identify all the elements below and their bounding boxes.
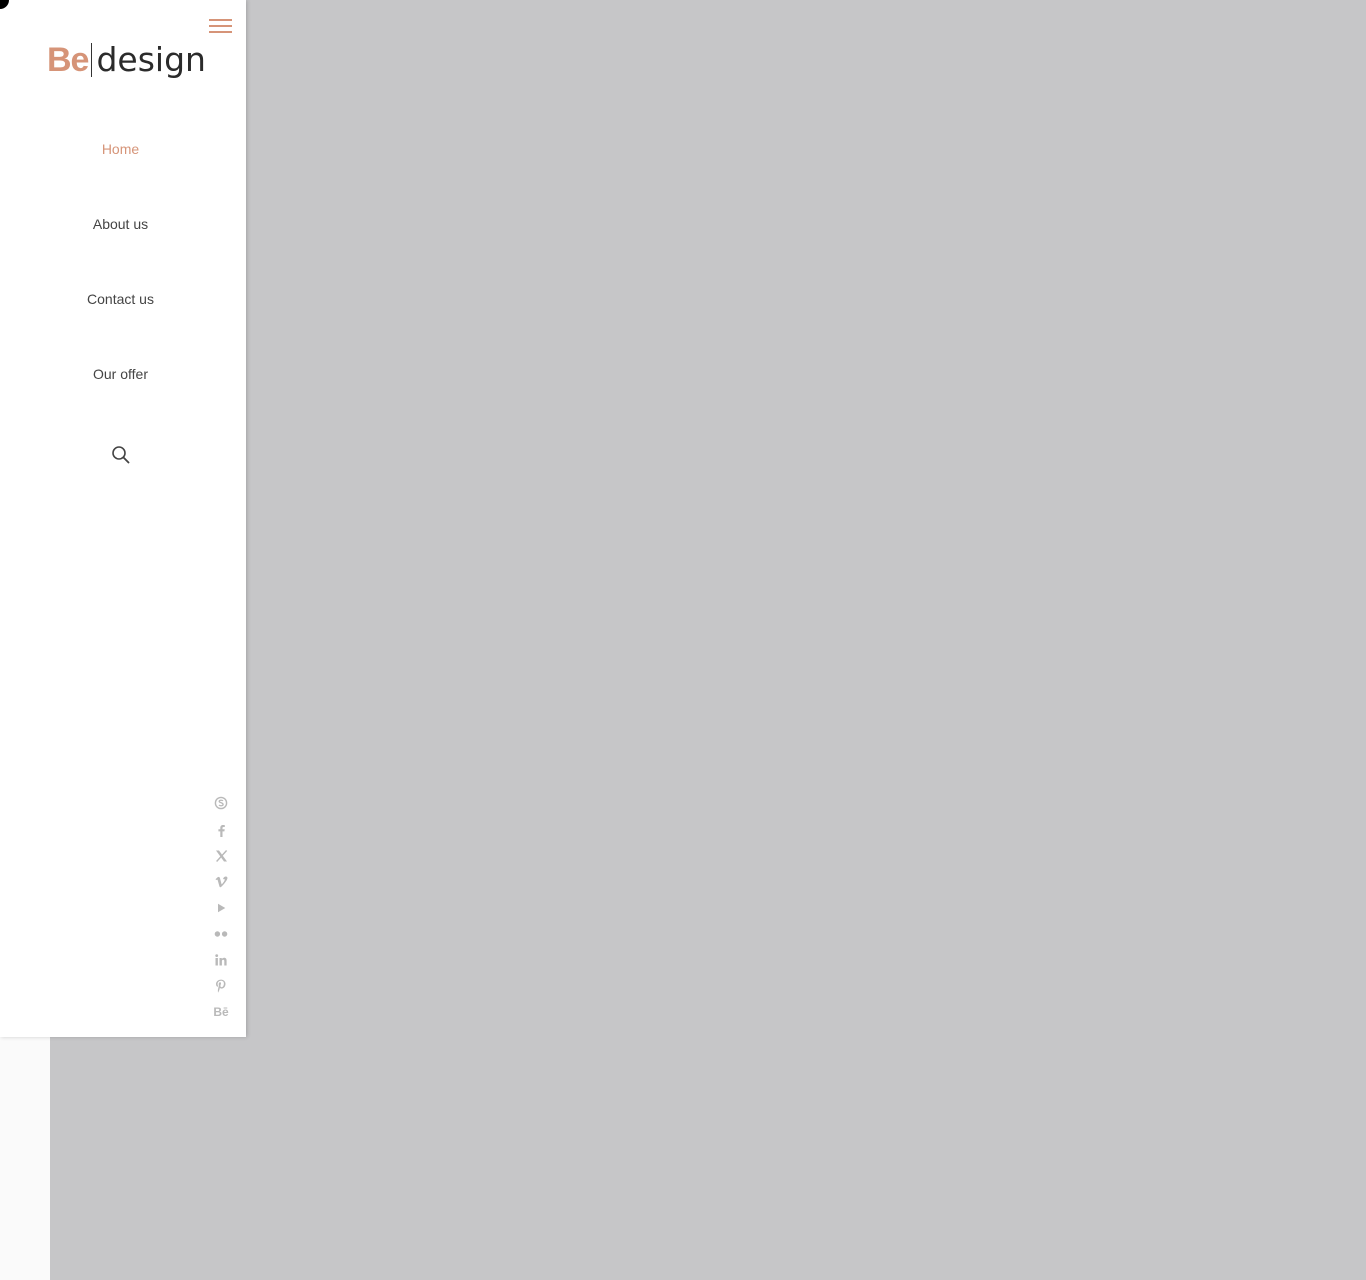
logo-rest: design [96, 40, 206, 79]
nav-item-about-us[interactable]: About us [0, 216, 241, 232]
content-overlay[interactable] [50, 0, 1366, 1280]
side-menu-panel: Be design Home About us Contact us Our of… [0, 0, 246, 1037]
skype-icon[interactable] [210, 794, 232, 812]
nav-item-contact-us[interactable]: Contact us [0, 291, 241, 307]
search-icon[interactable] [111, 445, 131, 465]
flickr-icon[interactable] [210, 925, 232, 943]
youtube-icon[interactable] [210, 899, 232, 917]
pinterest-icon[interactable] [210, 977, 232, 995]
facebook-icon[interactable] [210, 821, 232, 839]
linkedin-icon[interactable] [210, 951, 232, 969]
vimeo-icon[interactable] [210, 873, 232, 891]
logo[interactable]: Be design [47, 38, 206, 82]
nav-item-our-offer[interactable]: Our offer [0, 366, 241, 382]
behance-icon[interactable]: Bē [210, 1003, 232, 1021]
nav-item-home[interactable]: Home [0, 141, 241, 157]
hamburger-icon[interactable] [209, 18, 232, 35]
logo-brand-part: Be [47, 41, 89, 79]
x-icon[interactable] [210, 847, 232, 865]
logo-separator [91, 43, 93, 77]
